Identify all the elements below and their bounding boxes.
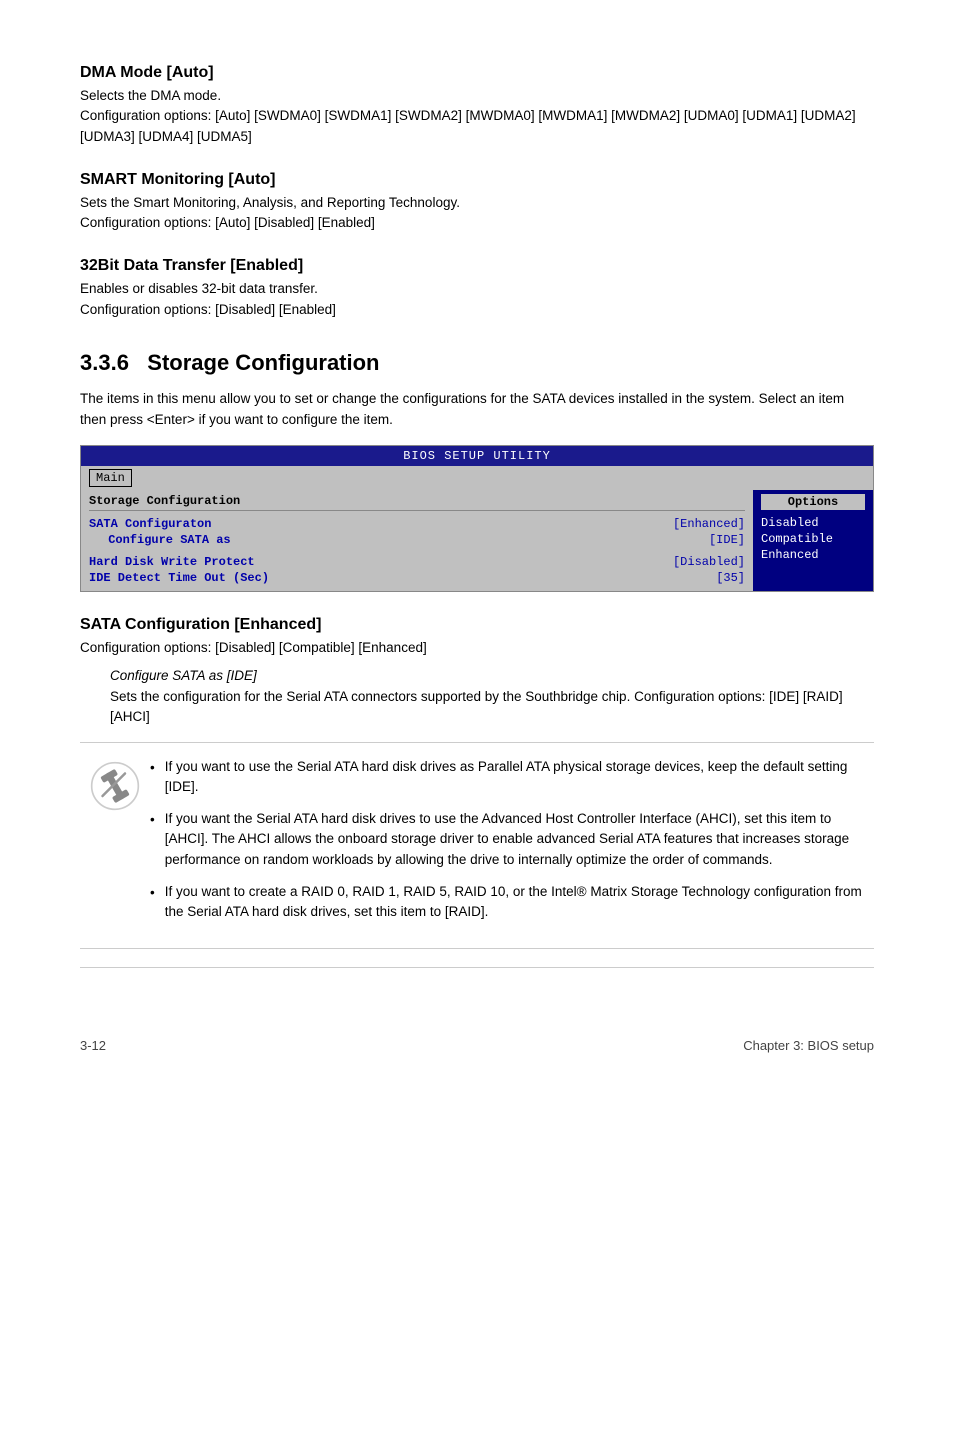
bios-section-header: Storage Configuration bbox=[89, 494, 745, 511]
bios-menu-item-main[interactable]: Main bbox=[89, 469, 132, 487]
bios-right-panel: Options Disabled Compatible Enhanced bbox=[753, 490, 873, 591]
bios-utility-box: BIOS SETUP UTILITY Main Storage Configur… bbox=[80, 445, 874, 592]
32bit-transfer-heading: 32Bit Data Transfer [Enabled] bbox=[80, 257, 874, 275]
bios-option-compatible: Compatible bbox=[761, 532, 865, 546]
bios-row-sata-config: SATA Configuraton [Enhanced] bbox=[89, 517, 745, 531]
footer-divider bbox=[80, 967, 874, 968]
dma-mode-section: DMA Mode [Auto] Selects the DMA mode. Co… bbox=[80, 64, 874, 147]
bios-row-configure-sata: Configure SATA as [IDE] bbox=[89, 533, 745, 547]
dma-mode-heading: DMA Mode [Auto] bbox=[80, 64, 874, 82]
bios-menu-bar: Main bbox=[81, 466, 873, 490]
configure-sata-body: Sets the configuration for the Serial AT… bbox=[80, 687, 874, 728]
bios-option-enhanced: Enhanced bbox=[761, 548, 865, 562]
smart-monitoring-section: SMART Monitoring [Auto] Sets the Smart M… bbox=[80, 171, 874, 234]
storage-config-title: 3.3.6 Storage Configuration bbox=[80, 350, 874, 376]
bios-label-ide-detect: IDE Detect Time Out (Sec) bbox=[89, 571, 716, 585]
bios-row-write-protect: Hard Disk Write Protect [Disabled] bbox=[89, 555, 745, 569]
bullet-item-2: If you want the Serial ATA hard disk dri… bbox=[150, 809, 874, 870]
bios-value-configure-sata: [IDE] bbox=[709, 533, 745, 547]
bios-option-disabled: Disabled bbox=[761, 516, 865, 530]
sata-config-enhanced-section: SATA Configuration [Enhanced] Configurat… bbox=[80, 616, 874, 950]
bios-value-sata-config: [Enhanced] bbox=[673, 517, 745, 531]
bullet-item-1: If you want to use the Serial ATA hard d… bbox=[150, 757, 874, 798]
smart-monitoring-heading: SMART Monitoring [Auto] bbox=[80, 171, 874, 189]
bios-label-write-protect: Hard Disk Write Protect bbox=[89, 555, 673, 569]
sata-config-options: Configuration options: [Disabled] [Compa… bbox=[80, 638, 874, 658]
bios-label-configure-sata: Configure SATA as bbox=[89, 533, 709, 547]
bios-row-ide-detect: IDE Detect Time Out (Sec) [35] bbox=[89, 571, 745, 585]
bios-label-sata-config: SATA Configuraton bbox=[89, 517, 673, 531]
configure-sata-italic: Configure SATA as [IDE] bbox=[80, 668, 874, 683]
bios-value-write-protect: [Disabled] bbox=[673, 555, 745, 569]
bios-left-panel: Storage Configuration SATA Configuraton … bbox=[81, 490, 753, 591]
storage-config-main-section: 3.3.6 Storage Configuration The items in… bbox=[80, 350, 874, 592]
bios-inner: Main Storage Configuration SATA Configur… bbox=[81, 466, 873, 591]
note-box: If you want to use the Serial ATA hard d… bbox=[80, 742, 874, 950]
page-number: 3-12 bbox=[80, 1038, 106, 1053]
32bit-transfer-section: 32Bit Data Transfer [Enabled] Enables or… bbox=[80, 257, 874, 320]
note-content: If you want to use the Serial ATA hard d… bbox=[150, 757, 874, 935]
sata-config-heading: SATA Configuration [Enhanced] bbox=[80, 616, 874, 634]
tool-icon bbox=[90, 761, 140, 811]
bios-value-ide-detect: [35] bbox=[716, 571, 745, 585]
smart-monitoring-description: Sets the Smart Monitoring, Analysis, and… bbox=[80, 193, 874, 234]
bullet-list: If you want to use the Serial ATA hard d… bbox=[150, 757, 874, 923]
bios-content-area: Storage Configuration SATA Configuraton … bbox=[81, 490, 873, 591]
32bit-transfer-description: Enables or disables 32-bit data transfer… bbox=[80, 279, 874, 320]
note-icon-area bbox=[80, 757, 150, 935]
bios-title-bar: BIOS SETUP UTILITY bbox=[81, 446, 873, 466]
dma-mode-description: Selects the DMA mode. Configuration opti… bbox=[80, 86, 874, 147]
bios-main-area: Main Storage Configuration SATA Configur… bbox=[81, 466, 873, 591]
chapter-label: Chapter 3: BIOS setup bbox=[743, 1038, 874, 1053]
storage-config-intro: The items in this menu allow you to set … bbox=[80, 388, 874, 431]
page-footer: 3-12 Chapter 3: BIOS setup bbox=[80, 1028, 874, 1053]
bullet-item-3: If you want to create a RAID 0, RAID 1, … bbox=[150, 882, 874, 923]
bios-options-list: Disabled Compatible Enhanced bbox=[761, 516, 865, 562]
bios-options-header: Options bbox=[761, 494, 865, 510]
